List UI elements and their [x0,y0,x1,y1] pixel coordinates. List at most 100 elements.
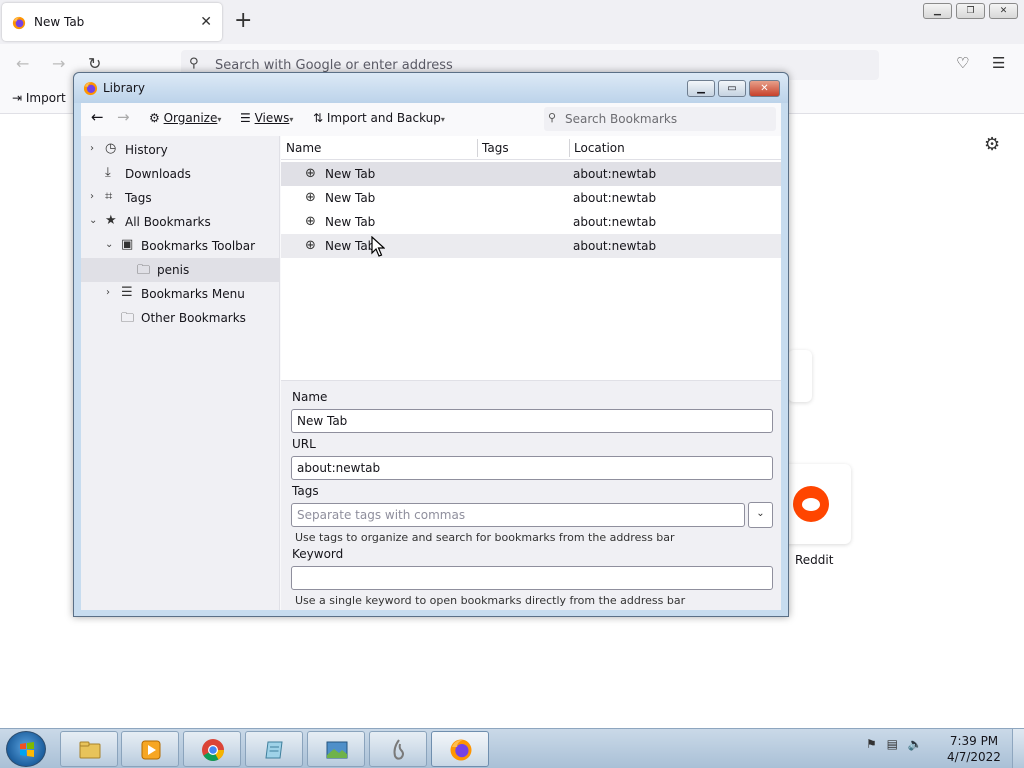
tree-item-history[interactable]: › ◷ History [81,138,280,162]
forward-arrow-icon[interactable]: → [117,108,130,126]
views-label: Views [254,111,290,125]
forward-arrow-icon[interactable]: → [52,54,65,73]
top-site-reddit-label: Reddit [795,553,834,567]
back-arrow-icon[interactable]: ← [16,54,29,73]
taskbar-photo-viewer[interactable] [307,731,365,767]
taskbar-chrome[interactable] [183,731,241,767]
top-site-tile[interactable] [788,350,812,402]
tags-field[interactable]: Separate tags with commas [291,503,745,527]
row-location: about:newtab [573,215,657,229]
show-desktop-button[interactable] [1012,729,1024,768]
download-icon: ⤓ [105,165,111,180]
url-field[interactable]: about:newtab [291,456,773,480]
menu-icon: ☰ [121,285,133,300]
keyword-field[interactable] [291,566,773,590]
views-button[interactable]: ☰ Views▾ [240,111,293,125]
name-field[interactable]: New Tab [291,409,773,433]
close-button[interactable]: ✕ [989,3,1018,19]
folder-icon: 🗀 [137,263,151,278]
import-bookmarks-button[interactable]: ⇥ Import [12,91,66,105]
url-label: URL [292,437,316,451]
tree-item-label: Other Bookmarks [141,311,246,325]
column-tags[interactable]: Tags [482,141,509,155]
close-icon[interactable]: ✕ [200,14,212,30]
taskbar-file-explorer[interactable] [60,731,118,767]
url-placeholder: Search with Google or enter address [215,58,453,73]
tree-item-label: Bookmarks Toolbar [141,239,256,253]
tree-item-label: Downloads [125,167,191,181]
back-arrow-icon[interactable]: ← [91,108,104,126]
minimize-button[interactable]: ▁ [923,3,952,19]
star-icon: ★ [105,213,117,228]
table-row[interactable]: ⊕ New Tab about:newtab [281,186,781,210]
action-center-icon[interactable]: ⚑ [866,737,877,751]
tree-item-bookmarks-menu[interactable]: › ☰ Bookmarks Menu [81,282,280,306]
start-button[interactable] [6,731,46,767]
tags-dropdown-button[interactable]: ⌄ [748,502,773,528]
column-location[interactable]: Location [574,141,625,155]
volume-icon[interactable]: 🔈 [908,737,923,751]
search-bookmarks-input[interactable]: ⚲ Search Bookmarks [544,107,776,131]
pocket-icon[interactable]: ♡ [956,54,969,72]
clock-date: 4/7/2022 [947,750,1001,764]
tree-item-label: Tags [125,191,152,205]
taskbar-notepad[interactable] [245,731,303,767]
chevron-down-icon[interactable]: ⌄ [89,215,97,226]
library-minimize-button[interactable]: ▁ [687,80,715,97]
tab-title: New Tab [34,15,85,29]
library-title: Library [103,81,145,95]
chrome-icon [202,739,224,761]
library-close-button[interactable]: ✕ [749,80,780,97]
tree-item-tags[interactable]: › ⌗ Tags [81,186,280,210]
tree-item-all-bookmarks[interactable]: ⌄ ★ All Bookmarks [81,210,280,234]
tree-item-downloads[interactable]: ⤓ Downloads [81,162,280,186]
tab-strip: New Tab ✕ + ▁ ❐ ✕ [0,0,1024,44]
row-name: New Tab [325,167,376,181]
tree-item-label: Bookmarks Menu [141,287,245,301]
table-row[interactable]: ⊕ New Tab about:newtab [281,234,781,258]
chevron-right-icon[interactable]: › [90,143,94,154]
row-location: about:newtab [573,239,657,253]
library-content: ← → ⚙ Organize▾ ☰ Views▾ ⇅ Import and Ba… [81,103,781,610]
library-titlebar[interactable]: Library ▁ ▭ ✕ [74,73,788,103]
globe-icon: ⊕ [305,190,316,205]
tree-item-bookmarks-toolbar[interactable]: ⌄ ▣ Bookmarks Toolbar [81,234,280,258]
column-name[interactable]: Name [286,141,321,155]
clock[interactable]: 7:39 PM 4/7/2022 [946,733,1002,765]
tags-hint: Use tags to organize and search for book… [295,531,675,544]
notepad-icon [265,741,283,759]
taskbar-app-6[interactable] [369,731,427,767]
gear-icon[interactable]: ⚙ [984,134,1000,155]
toolbar-icon: ▣ [121,237,134,252]
organize-button[interactable]: ⚙ Organize▾ [149,111,221,125]
library-window-controls: ▁ ▭ ✕ [687,80,780,97]
windows-logo-icon [20,742,34,757]
gear-icon: ⚙ [149,111,160,125]
taskbar-media-player[interactable] [121,731,179,767]
taskbar: ⚑ ▤ 🔈 7:39 PM 4/7/2022 [0,728,1024,768]
chevron-right-icon[interactable]: › [90,191,94,202]
firefox-icon [12,16,26,30]
library-toolbar: ← → ⚙ Organize▾ ☰ Views▾ ⇅ Import and Ba… [81,103,781,135]
reload-icon[interactable]: ↻ [88,54,101,73]
tree-item-folder-penis[interactable]: 🗀 penis [81,258,280,282]
library-maximize-button[interactable]: ▭ [718,80,746,97]
chevron-down-icon[interactable]: ⌄ [105,239,113,250]
import-backup-button[interactable]: ⇅ Import and Backup▾ [313,111,445,125]
table-row[interactable]: ⊕ New Tab about:newtab [281,210,781,234]
restore-button[interactable]: ❐ [956,3,985,19]
generic-app-icon [393,739,404,760]
tree-item-label: All Bookmarks [125,215,211,229]
tree-item-other-bookmarks[interactable]: 🗀 Other Bookmarks [81,306,280,330]
table-row[interactable]: ⊕ New Tab about:newtab [281,162,781,186]
tab-new-tab[interactable]: New Tab ✕ [2,3,222,41]
tags-label: Tags [292,484,319,498]
organize-label: Organize [163,111,218,125]
network-icon[interactable]: ▤ [887,737,898,751]
hamburger-menu-icon[interactable]: ☰ [992,54,1005,72]
import-icon: ⇥ [12,91,23,105]
chevron-right-icon[interactable]: › [106,287,110,298]
plus-icon[interactable]: + [234,8,252,34]
tag-icon: ⌗ [105,189,113,204]
taskbar-firefox[interactable] [431,731,489,767]
